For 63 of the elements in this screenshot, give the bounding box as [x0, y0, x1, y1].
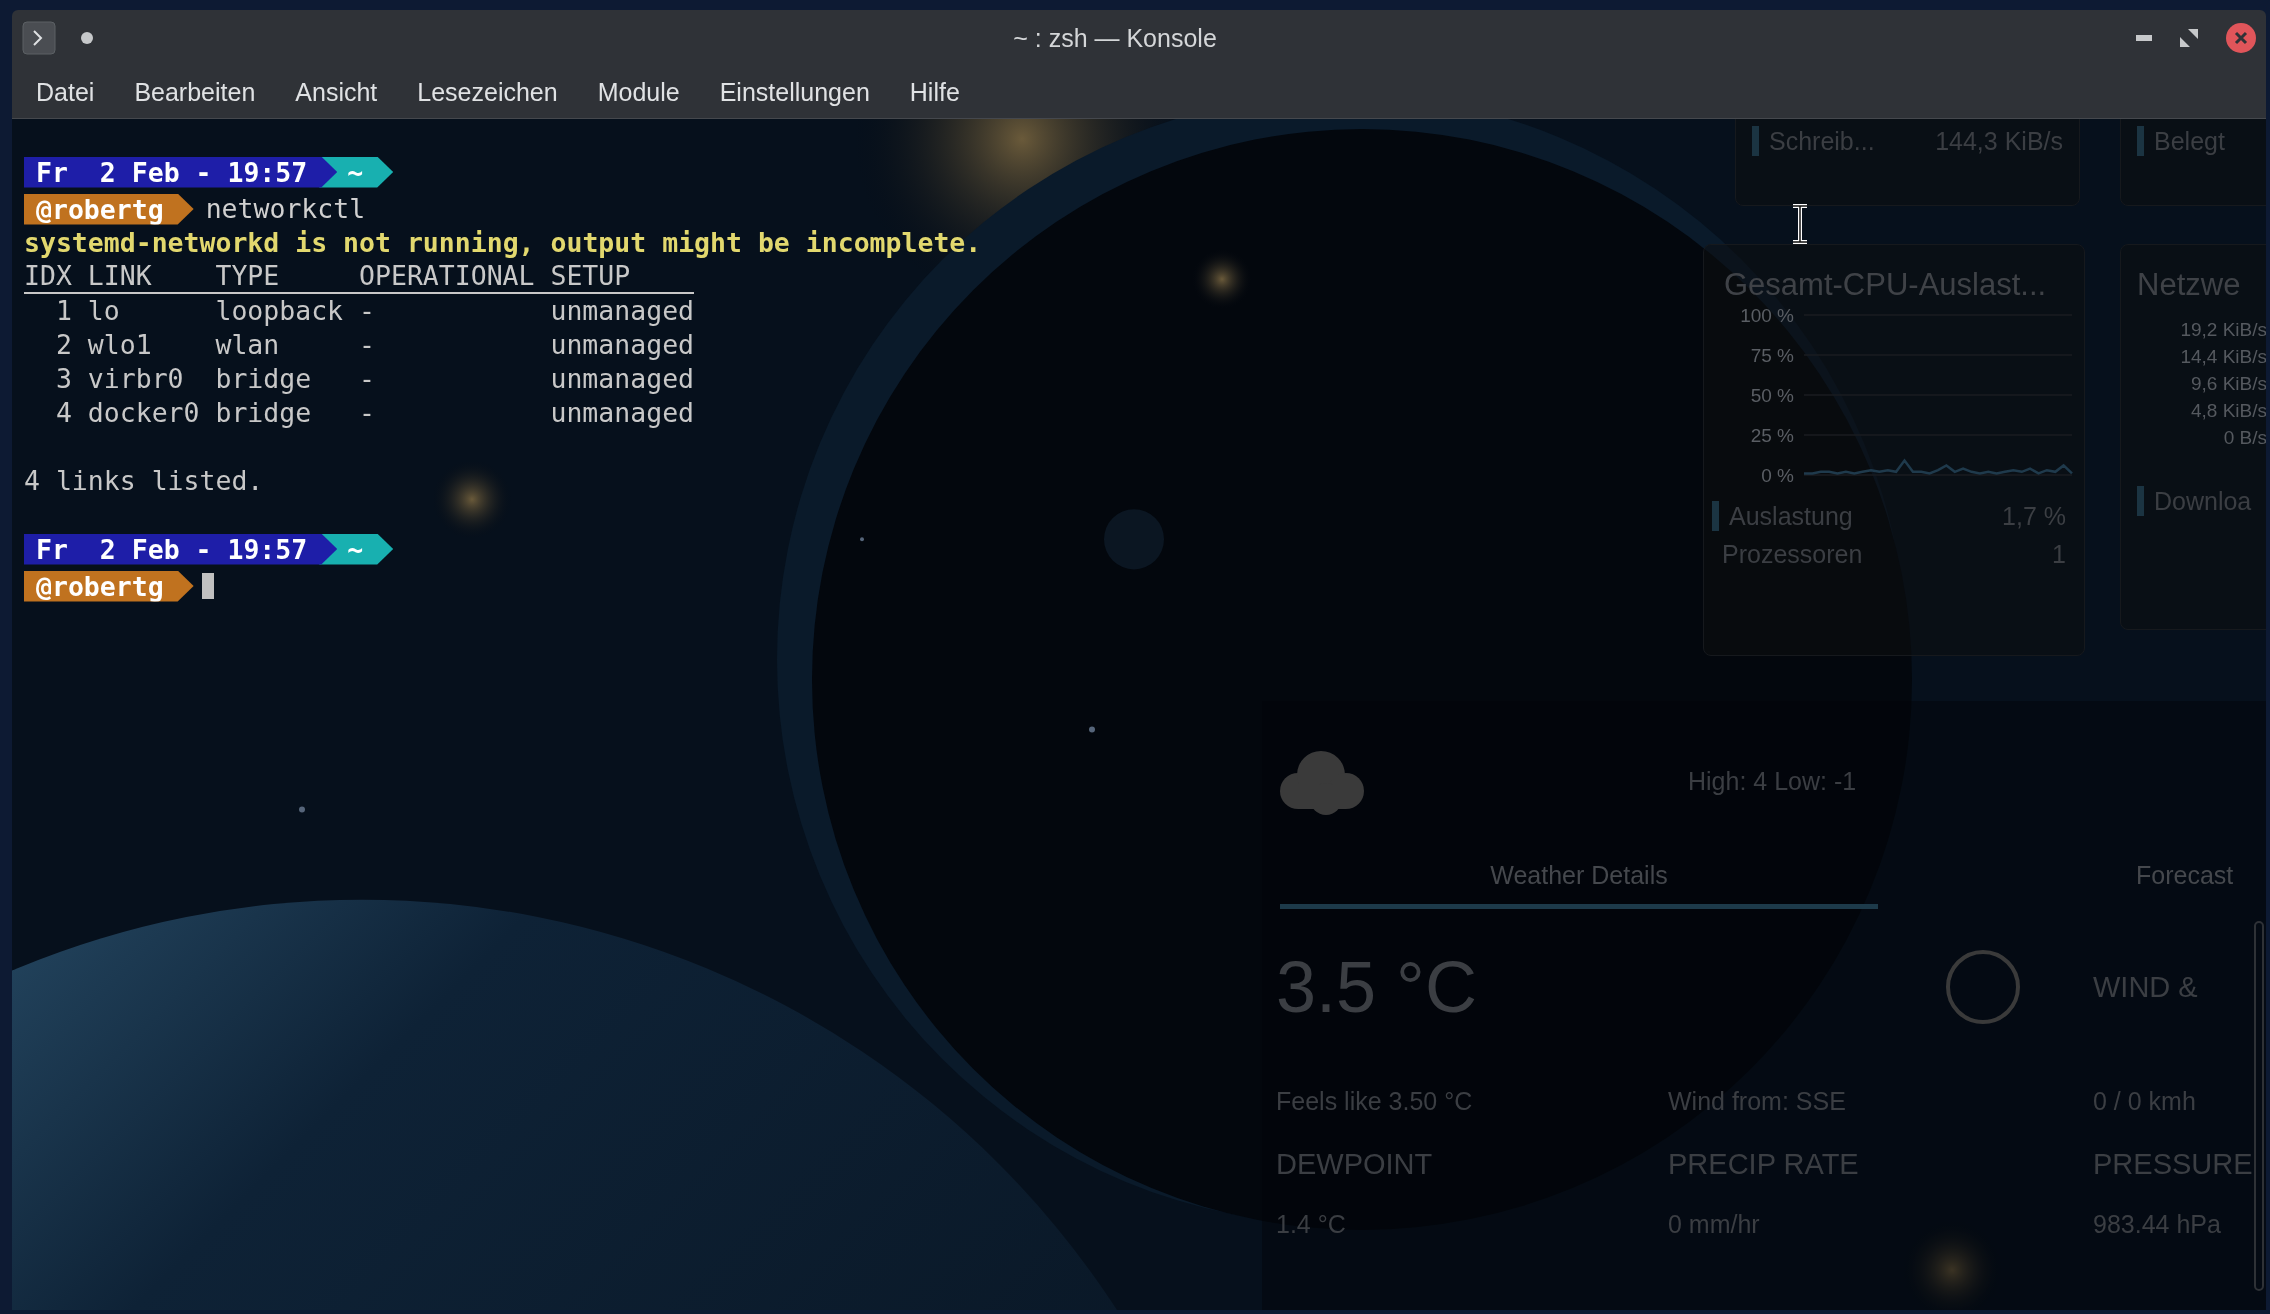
tick-label: 100 % [1740, 305, 1794, 326]
table-cell-text: docker0 [87, 396, 201, 430]
warning-text: systemd-networkd is not running, output might be incomplete. [24, 226, 982, 260]
close-icon[interactable] [2226, 23, 2256, 53]
detail-value: 1.4 °C [1276, 1210, 1347, 1239]
menu-item[interactable]: Hilfe [909, 77, 960, 107]
circle-icon [1944, 948, 2022, 1026]
axis-label: 9,6 KiB/s [2189, 373, 2266, 396]
table-cell-text: 1 [54, 294, 72, 328]
axis-label: 19,2 KiB/s [2179, 319, 2266, 342]
high-low-text: High: 4 Low: -1 [1688, 766, 1857, 796]
command-text: networkctl [205, 192, 366, 226]
menu-item[interactable]: Bearbeiten [134, 77, 256, 107]
menu-item[interactable]: Lesezeichen [417, 77, 558, 107]
column-header: TYPE [215, 259, 281, 293]
prompt-user: @robertg [24, 193, 194, 225]
table-cell-text: - [359, 362, 376, 396]
detail-heading: DEWPOINT [1276, 1147, 1434, 1182]
table-cell-text: - [359, 328, 376, 362]
table-cell-text: wlo1 [87, 328, 153, 362]
prompt-user: @robertg [24, 570, 194, 602]
menu-item[interactable]: Datei [36, 77, 95, 107]
tick-label: 25 % [1750, 425, 1794, 446]
temperature-text: 3.5 °C [1276, 946, 1478, 1029]
tick-label: 75 % [1750, 345, 1794, 366]
axis-label: 4,8 KiB/s [2189, 400, 2266, 423]
table-cell: unmanaged [550, 362, 695, 396]
maximize-icon[interactable] [2180, 29, 2198, 47]
tick-label: 0 % [1761, 465, 1794, 486]
column-header: OPERATIONAL [359, 259, 536, 293]
column-header: LINK [87, 259, 153, 293]
menu-item[interactable]: Einstellungen [719, 77, 870, 107]
terminal-icon [22, 21, 56, 55]
column-header: SETUP [550, 259, 632, 293]
window-title: ~ : zsh — Konsole [1012, 23, 1218, 53]
card-title: Gesamt-CPU-Auslast... [1723, 267, 2048, 303]
table-cell-text: lo [87, 294, 121, 328]
prompt-date: Fr 2 Feb - 19:57 [24, 533, 338, 565]
table-cell-text: bridge [215, 396, 313, 430]
table-cell: unmanaged [550, 328, 695, 362]
table-cell: unmanaged [550, 294, 695, 328]
table-cell-text: - [359, 294, 376, 328]
table-cell-text: - [359, 396, 376, 430]
table-cell-text: 2 [54, 328, 72, 362]
prompt-date: Fr 2 Feb - 19:57 [24, 156, 338, 188]
axis-label: 0 B/s [2222, 427, 2266, 450]
column-header: IDX [24, 259, 72, 293]
menu-item[interactable]: Module [597, 77, 680, 107]
scrollbar[interactable] [2254, 921, 2264, 1291]
table-cell-text: 4 [54, 396, 72, 430]
tick-label: 50 % [1750, 385, 1794, 406]
table-cell-text: wlan [215, 328, 281, 362]
table-cell: unmanaged [550, 396, 695, 430]
feels-like-text: Feels like 3.50 °C [1276, 1087, 1474, 1116]
output-text: 4 links listed. [24, 464, 264, 498]
table-cell-text: bridge [215, 362, 313, 396]
axis-label: 14,4 KiB/s [2179, 346, 2266, 369]
pin-icon[interactable] [80, 31, 94, 45]
menu-item[interactable]: Ansicht [295, 77, 378, 107]
table-cell-text: loopback [215, 294, 345, 328]
text-cursor-icon [1790, 204, 1810, 244]
table-cell-text: virbr0 [87, 362, 185, 396]
table-cell-text: 3 [54, 362, 72, 396]
